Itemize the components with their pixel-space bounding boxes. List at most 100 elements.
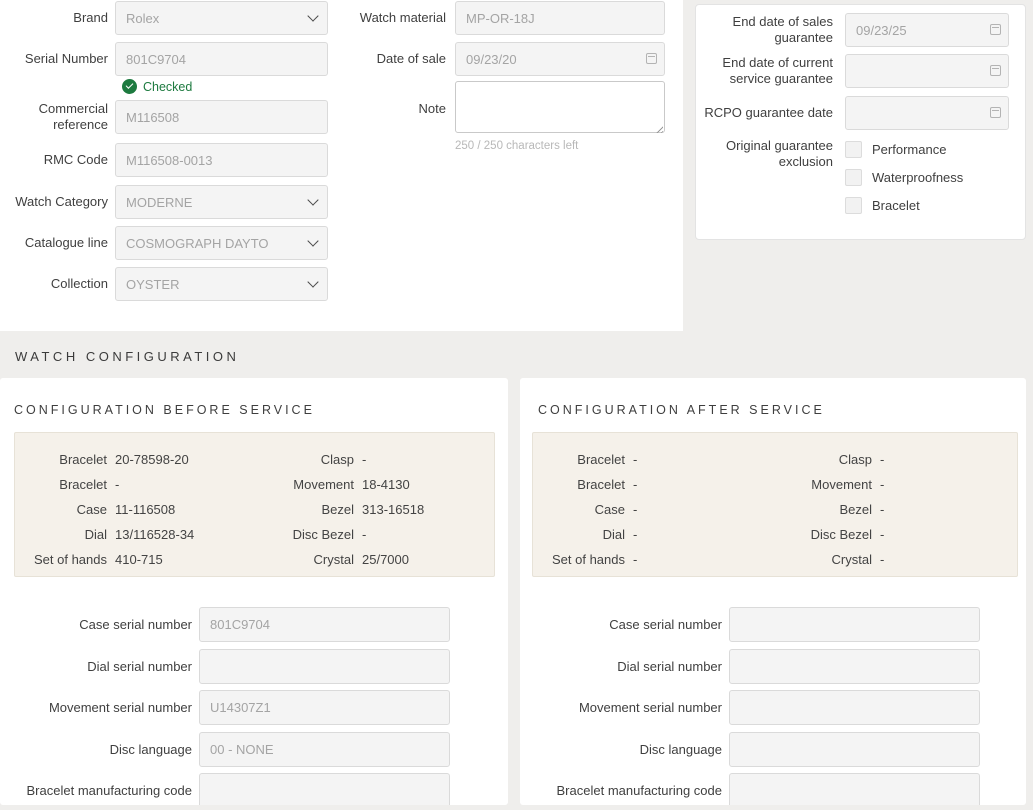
disc-language-field-row: Disc language [0,732,450,767]
part-label: Dial [543,527,625,542]
summary-column: Bracelet- Bracelet- Case- Dial- Set of h… [543,447,773,576]
end-service-guarantee-date-input[interactable] [845,54,1009,88]
movement-serial-input[interactable] [729,690,980,725]
disc-language-input[interactable] [199,732,450,767]
part-label: Disc Bezel [255,527,354,542]
part-value: 18-4130 [362,477,410,492]
disc-language-input[interactable] [729,732,980,767]
commercial-reference-input[interactable] [115,100,328,134]
chevron-down-icon [307,235,318,246]
part-value: - [362,452,366,467]
catalogue-line-label: Catalogue line [0,235,115,251]
checkbox-waterproofness[interactable] [845,169,862,186]
movement-serial-field-row: Movement serial number [0,690,450,725]
part-label: Bracelet [25,452,107,467]
end-sales-guarantee-date-input[interactable] [845,13,1009,47]
bracelet-manufacturing-code-input[interactable] [199,773,450,805]
rcpo-guarantee-date-input[interactable] [845,96,1009,130]
checkbox-performance-label: Performance [872,142,946,157]
rmc-code-field-row: RMC Code [0,143,328,177]
part-label: Clasp [255,452,354,467]
summary-row: Bracelet- [543,472,773,497]
summary-row: Dial 13/116528-34 [25,522,255,547]
case-serial-field-row: Case serial number [0,607,450,642]
collection-select[interactable]: OYSTER [115,267,328,301]
watch-category-select-value: MODERNE [126,195,192,210]
movement-serial-label: Movement serial number [0,700,199,716]
commercial-reference-field-row: Commercial reference [0,100,328,134]
summary-row: Bezel- [773,497,1017,522]
part-label: Bracelet [543,477,625,492]
dial-serial-label: Dial serial number [520,659,729,675]
guarantee-exclusion-options: Performance Waterproofness Bracelet [845,141,963,214]
part-label: Clasp [773,452,872,467]
part-value: 13/116528-34 [115,527,194,542]
rcpo-guarantee-field-row: RCPO guarantee date [696,96,1009,130]
part-label: Disc Bezel [773,527,872,542]
summary-row: Movement- [773,472,1017,497]
summary-row: Clasp- [773,447,1017,472]
case-serial-input[interactable] [729,607,980,642]
date-of-sale-input[interactable] [455,42,665,76]
dial-serial-field-row: Dial serial number [520,649,980,684]
watch-material-input[interactable] [455,1,665,35]
watch-material-field-row: Watch material [340,1,665,35]
calendar-icon [646,53,657,64]
note-label: Note [340,101,455,117]
summary-row: Case 11-116508 [25,497,255,522]
serial-number-input[interactable] [115,42,328,76]
checkbox-bracelet[interactable] [845,197,862,214]
summary-column: Clasp- Movement- Bezel- Disc Bezel- Crys… [773,447,1017,576]
rmc-code-input[interactable] [115,143,328,177]
bracelet-manufacturing-code-field-row: Bracelet manufacturing code [0,773,450,805]
part-label: Case [25,502,107,517]
part-value: 11-116508 [115,502,175,517]
summary-row: Case- [543,497,773,522]
before-service-parts-summary: Bracelet20-78598-20 Bracelet- Case11-116… [14,432,495,577]
disc-language-label: Disc language [520,742,729,758]
bracelet-manufacturing-code-label: Bracelet manufacturing code [520,783,729,799]
part-label: Bracelet [25,477,107,492]
disc-language-field-row: Disc language [520,732,980,767]
summary-row: Clasp- [255,447,494,472]
part-value: - [633,527,637,542]
brand-select[interactable]: Rolex [115,1,328,35]
bracelet-manufacturing-code-input[interactable] [729,773,980,805]
check-circle-icon [122,79,137,94]
part-value: 20-78598-20 [115,452,189,467]
movement-serial-label: Movement serial number [520,700,729,716]
watch-configuration-section-title: WATCH CONFIGURATION [15,349,239,364]
guarantee-card: End date of sales guarantee End date of … [695,4,1026,240]
part-value: - [633,502,637,517]
calendar-icon [990,65,1001,76]
summary-column: Bracelet 20-78598-20 Bracelet- Case 11-116… [25,447,255,576]
before-service-panel-title: CONFIGURATION BEFORE SERVICE [14,403,315,417]
part-value: 410-715 [115,552,163,567]
watch-details-card: Brand Rolex Serial Number Checked Commer… [0,0,683,331]
watch-category-select[interactable]: MODERNE [115,185,328,219]
disc-language-label: Disc language [0,742,199,758]
dial-serial-input[interactable] [199,649,450,684]
summary-row: Bracelet- [543,447,773,472]
summary-column: Clasp- Movement18-4130 Bezel313-16518 Di… [255,447,494,576]
brand-label: Brand [0,10,115,26]
part-value: - [880,452,884,467]
movement-serial-input[interactable] [199,690,450,725]
summary-row: Bracelet- [25,472,255,497]
serial-number-field-row: Serial Number [0,42,328,76]
note-textarea[interactable] [455,81,665,133]
case-serial-input[interactable] [199,607,450,642]
checkbox-performance[interactable] [845,141,862,158]
dial-serial-input[interactable] [729,649,980,684]
part-label: Dial [25,527,107,542]
part-value: - [880,527,884,542]
end-service-guarantee-label: End date of current service guarantee [696,55,838,86]
part-value: - [362,527,366,542]
part-value: 313-16518 [362,502,424,517]
rmc-code-label: RMC Code [0,152,115,168]
collection-select-value: OYSTER [126,277,179,292]
serial-checked-text: Checked [143,80,192,94]
watch-material-label: Watch material [340,10,455,26]
checkbox-waterproofness-label: Waterproofness [872,170,963,185]
catalogue-line-select[interactable]: COSMOGRAPH DAYTO [115,226,328,260]
